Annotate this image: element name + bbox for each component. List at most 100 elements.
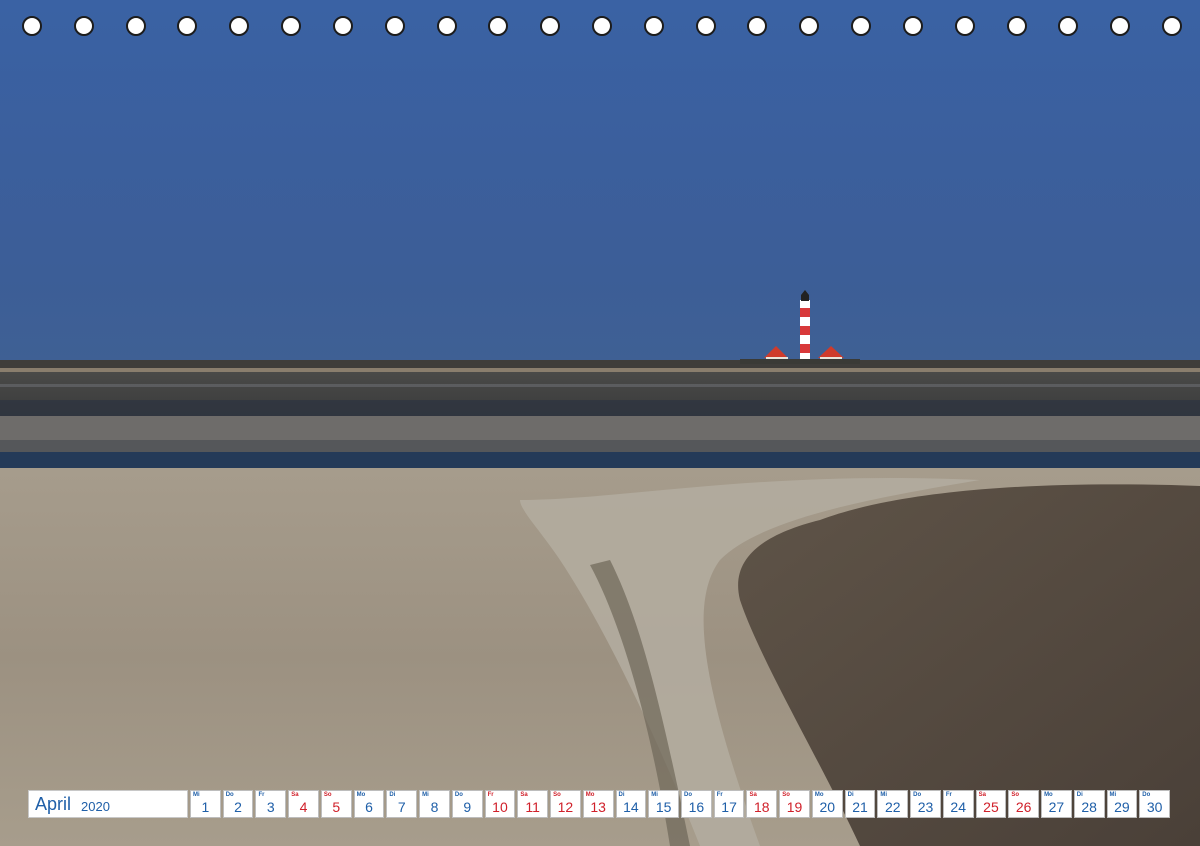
day-number: 18 [754,799,770,815]
day-cell: Di 28 [1073,790,1105,818]
day-number: 22 [884,799,901,815]
punch-hole [592,16,612,36]
day-number: 4 [299,799,308,815]
punch-hole [22,16,42,36]
weekday-label: Fr [487,792,494,798]
punch-hole [747,16,768,36]
day-number: 26 [1015,799,1032,815]
weekday-label: Do [225,792,234,798]
weekday-label: Fr [258,792,265,798]
day-cell: Do 9 [451,790,483,818]
weekday-label: Mi [880,792,888,798]
weekday-label: So [553,792,561,798]
day-cell: Mi 22 [877,790,909,818]
weekday-label: Mo [356,792,366,798]
day-number: 9 [463,799,472,815]
weekday-label: Mi [193,792,200,798]
day-number: 20 [819,799,836,815]
calendar-strip: April 2020 Mi 1 Do 2 Fr 3 Sa 4 So 5 Mo 6 Di 7 Mi 8 Do 9 Fr… [28,790,1172,818]
day-number: 11 [525,799,540,815]
day-number: 5 [332,799,341,815]
weekday-label: Mo [1044,792,1053,798]
weekday-label: Sa [749,792,757,798]
punch-hole [73,16,94,36]
punch-hole [436,16,457,36]
lighthouse [800,290,810,362]
day-number: 6 [365,799,373,815]
punch-hole [488,16,509,36]
day-number: 23 [917,799,934,815]
day-cell: Mi 29 [1106,790,1138,818]
weekday-label: Sa [520,792,528,798]
day-cell: So 26 [1008,790,1040,818]
day-cell: Di 7 [386,790,418,818]
punch-hole [1058,16,1079,36]
day-number: 2 [234,799,242,815]
calendar-page: April 2020 Mi 1 Do 2 Fr 3 Sa 4 So 5 Mo 6 Di 7 Mi 8 Do 9 Fr… [0,0,1200,846]
punch-hole [902,16,923,36]
day-cell: Mo 27 [1041,790,1072,818]
month-name: April [35,794,72,814]
day-cell: Fr 10 [484,790,516,818]
weekday-label: So [782,792,790,798]
day-cell: Mo 13 [582,790,614,818]
water-channel [0,452,1200,468]
day-number: 30 [1146,799,1163,815]
weekday-label: So [323,792,332,798]
weekday-label: Do [1142,792,1151,798]
year: 2020 [81,799,110,814]
day-number: 25 [983,799,999,815]
punch-hole [177,16,198,36]
weekday-label: Fr [945,792,952,798]
day-cell: Mi 15 [648,790,679,818]
punch-hole [1162,16,1182,36]
punch-hole [1006,16,1027,36]
day-cell: So 12 [550,790,581,818]
weekday-label: Mo [814,792,824,798]
weekday-label: Di [1076,792,1083,798]
weekday-label: Di [389,792,396,798]
weekday-label: Fr [716,792,723,798]
day-cell: Sa 25 [975,790,1007,818]
month-label: April 2020 [28,790,188,818]
day-cell: Di 14 [615,790,647,818]
punch-hole [851,16,872,36]
weekday-label: Mo [585,792,595,798]
punch-hole [125,16,146,36]
weekday-label: Sa [291,792,299,798]
punch-hole [229,16,250,36]
weekday-label: Sa [978,792,986,798]
day-cells: Mi 1 Do 2 Fr 3 Sa 4 So 5 Mo 6 Di 7 Mi 8 Do 9 Fr 10 Sa 11 So 12 M… [190,790,1172,818]
day-number: 13 [590,799,606,815]
day-cell: Di 21 [844,790,876,818]
weekday-label: Do [454,792,463,798]
day-number: 29 [1114,799,1130,815]
binding-punch-holes [22,16,1182,42]
day-cell: Mi 1 [190,790,221,818]
day-number: 16 [688,799,705,815]
punch-hole [540,16,561,36]
day-number: 15 [655,799,672,815]
punch-hole [1110,16,1131,36]
day-number: 7 [397,799,406,815]
weekday-label: Mi [422,792,429,798]
punch-hole [954,16,975,36]
day-cell: Fr 24 [942,790,974,818]
punch-hole [332,16,353,36]
horizon-sand [0,368,1200,372]
day-cell: Sa 4 [288,790,319,818]
day-cell: So 19 [779,790,810,818]
weekday-label: Do [684,792,692,798]
day-cell: Sa 11 [517,790,549,818]
punch-hole [643,16,664,36]
day-cell: So 5 [320,790,352,818]
day-number: 19 [786,799,803,815]
day-number: 12 [557,799,574,815]
day-number: 27 [1048,799,1065,815]
punch-hole [281,16,302,36]
day-cell: Mo 6 [353,790,385,818]
day-number: 21 [852,799,868,815]
weekday-label: Di [618,792,625,798]
weekday-label: Di [847,792,854,798]
day-cell: Do 23 [910,790,941,818]
